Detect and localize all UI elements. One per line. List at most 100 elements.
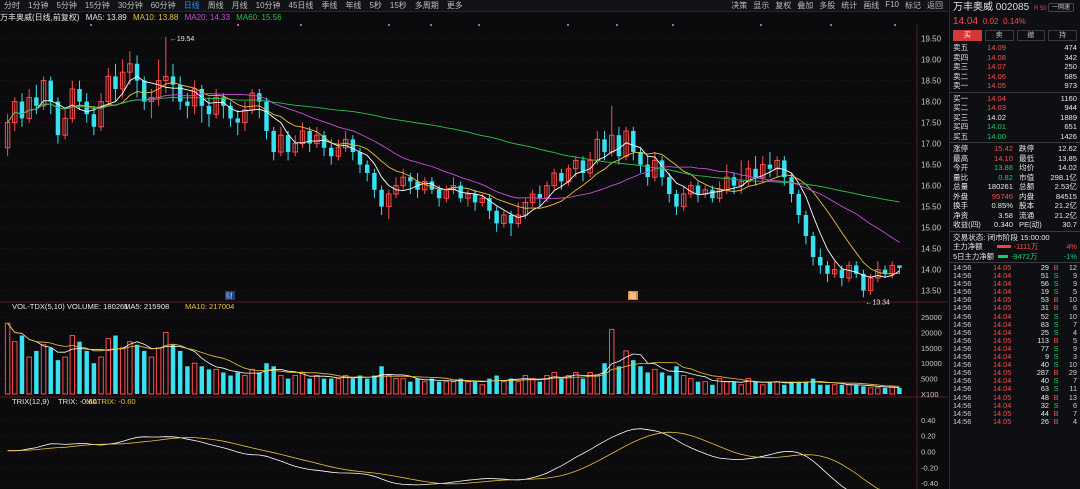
- period-tab[interactable]: 15秒: [386, 0, 411, 11]
- tool-menu-item[interactable]: F10: [882, 0, 902, 11]
- period-tab[interactable]: 年线: [341, 0, 365, 11]
- asks-price: 14.09: [987, 43, 1007, 52]
- asks-row: 卖一 14.05 973: [950, 81, 1080, 91]
- event-dot: [237, 24, 239, 26]
- volume-bar: [738, 384, 744, 395]
- candle-body: [638, 152, 643, 165]
- tool-menu-item[interactable]: 返回: [924, 0, 946, 11]
- tool-menu-item[interactable]: 复权: [772, 0, 794, 11]
- period-tab[interactable]: 15分钟: [81, 0, 114, 11]
- period-tab[interactable]: 45日线: [285, 0, 318, 11]
- trade-tab[interactable]: 撤: [1016, 30, 1046, 41]
- candle-body: [142, 80, 147, 102]
- volume-bar: [846, 384, 852, 395]
- bids-level: 买二: [953, 103, 969, 112]
- volume-bar: [48, 347, 53, 394]
- volume-bar: [278, 375, 284, 395]
- tool-menu-item[interactable]: 叠加: [794, 0, 816, 11]
- chart-title-bar: 万丰奥威(日线,前复权) MA5: 13.89 MA10: 13.88 MA20…: [0, 12, 948, 24]
- tool-menu-item[interactable]: 多股: [816, 0, 838, 11]
- volume-bar: [796, 381, 801, 394]
- asks-price: 14.06: [987, 71, 1007, 81]
- candle-body: [818, 257, 823, 266]
- candle-body: [329, 147, 334, 157]
- bids-price: 14.01: [987, 122, 1007, 131]
- asks-volume: 973: [1064, 81, 1077, 90]
- volume-bar: [257, 372, 262, 394]
- bids-level: 买一: [953, 93, 969, 103]
- tick-list[interactable]: 14:56 14.05 29 B 12 14:56 14.04 51 S 9 14:56 14.04 5…: [950, 263, 1080, 426]
- period-tab[interactable]: 30分钟: [114, 0, 147, 11]
- period-tab[interactable]: 60分钟: [147, 0, 180, 11]
- stat-value: 0.85%: [991, 201, 1013, 210]
- period-tab[interactable]: 更多: [443, 0, 467, 11]
- tool-menu-item[interactable]: 画线: [860, 0, 882, 11]
- volume-bar: [350, 378, 356, 394]
- period-tab[interactable]: 周线: [204, 0, 228, 11]
- volume-bar: [831, 384, 838, 395]
- quick-trade-button[interactable]: 一网速: [1048, 3, 1074, 12]
- margin-badge: R 50: [1033, 6, 1047, 12]
- trix-tick: -0.40: [921, 479, 938, 488]
- ma5-label: MA5: 13.89: [85, 13, 127, 22]
- ma60-label: MA60: 15.56: [236, 13, 282, 22]
- period-tab[interactable]: 5秒: [365, 0, 385, 11]
- volume-bar: [98, 356, 104, 395]
- tick-row[interactable]: 14:56 14.05 26 B 4: [950, 417, 1080, 426]
- candle-body: [508, 215, 514, 224]
- tool-menu-item[interactable]: 显示: [750, 0, 772, 11]
- candle-body: [803, 215, 809, 236]
- tool-menu: 决策 显示 复权 叠加 多股 统计 画线 F10 标记 返回: [728, 0, 946, 11]
- period-tab[interactable]: 季线: [317, 0, 341, 11]
- period-tab[interactable]: 多周期: [411, 0, 443, 11]
- kline-chart[interactable]: 19.50 19.00 18.50 18.00 17.50 17.00 16.50 16.00…: [0, 24, 948, 489]
- price-tick: 18.00: [921, 98, 942, 107]
- stat-label: 净资: [953, 210, 969, 220]
- bids-level: 买四: [953, 122, 969, 131]
- candle-body: [429, 181, 435, 190]
- trade-tab[interactable]: 持: [1048, 30, 1077, 41]
- period-tab[interactable]: 分时: [0, 0, 24, 11]
- stat-label: 市值: [1019, 172, 1035, 182]
- volume-bar: [608, 328, 615, 395]
- volume-bar: [235, 372, 240, 394]
- bids-price: 14.03: [987, 103, 1007, 112]
- period-tab[interactable]: 月线: [228, 0, 252, 11]
- tool-menu-item[interactable]: 标记: [902, 0, 924, 11]
- volume-bar: [559, 378, 564, 394]
- tool-menu-item[interactable]: 统计: [838, 0, 860, 11]
- price-tick: 15.00: [921, 224, 942, 233]
- asks-price: 14.05: [987, 81, 1007, 90]
- asks-row: 卖四 14.08 342: [950, 53, 1080, 63]
- candle-body: [559, 173, 564, 182]
- volume-bar: [415, 378, 420, 394]
- volume-bar: [616, 366, 622, 394]
- volume-bar: [307, 378, 312, 394]
- volume-bar: [803, 381, 809, 394]
- ma5-line: [7, 75, 900, 278]
- candle-body: [177, 84, 183, 102]
- asks-level: 卖五: [953, 43, 969, 52]
- stats-row: 今开 13.88 均价 14.02: [950, 163, 1080, 173]
- volume-bar: [602, 363, 607, 394]
- trade-tab[interactable]: 卖: [984, 30, 1014, 41]
- flow-label: 主力净额: [953, 242, 983, 251]
- volume-tick: 15000: [921, 344, 942, 353]
- period-tab[interactable]: 1分钟: [24, 0, 52, 11]
- flow-bar: [996, 245, 1011, 249]
- trade-status: 交易状态: 闭市阶段 15:00:00: [950, 233, 1080, 243]
- volume-bar: [767, 381, 773, 394]
- event-dot: [478, 24, 480, 26]
- period-tab[interactable]: 日线: [180, 0, 204, 11]
- flow-value: -1111万: [1013, 242, 1039, 251]
- candle-body: [753, 168, 758, 178]
- trade-tab[interactable]: 买: [953, 30, 982, 41]
- trix-title: TRIX(12,9): [12, 397, 50, 406]
- period-tab[interactable]: 5分钟: [52, 0, 80, 11]
- tool-menu-item[interactable]: 决策: [728, 0, 750, 11]
- period-tab[interactable]: 10分钟: [252, 0, 285, 11]
- event-dot: [672, 24, 674, 26]
- candle-body: [235, 118, 240, 123]
- volume-bar: [379, 366, 384, 394]
- volume-bar: [148, 356, 155, 395]
